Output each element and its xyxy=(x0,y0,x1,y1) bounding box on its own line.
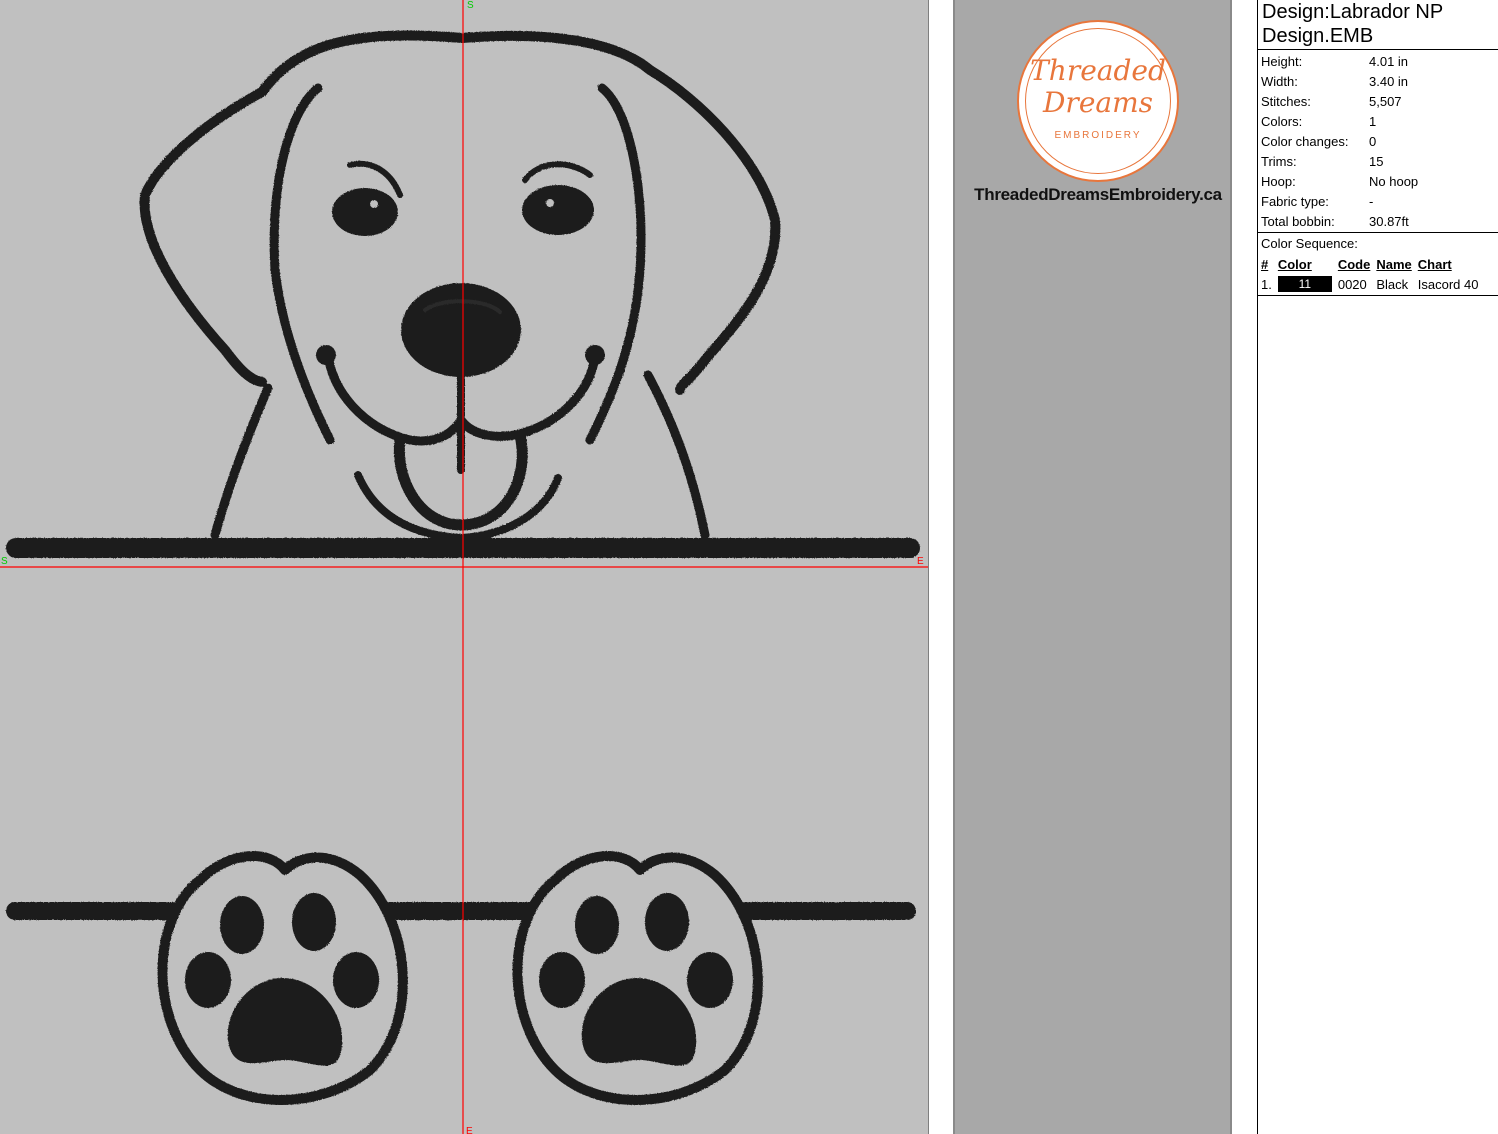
logo-script-line1: Threaded xyxy=(1030,54,1166,87)
property-row: Hoop: No hoop xyxy=(1258,171,1418,191)
property-key: Trims: xyxy=(1261,153,1297,169)
property-value: 3.40 in xyxy=(1369,73,1409,89)
property-key: Total bobbin: xyxy=(1261,213,1335,229)
property-key: Height: xyxy=(1261,53,1303,69)
brand-logo: Threaded Dreams EMBROIDERY xyxy=(1017,20,1179,182)
property-key: Hoop: xyxy=(1261,173,1296,189)
property-value: 30.87ft xyxy=(1369,213,1409,229)
panel-gap xyxy=(931,0,953,1134)
logo-panel: Threaded Dreams EMBROIDERY ThreadedDream… xyxy=(953,0,1232,1134)
property-row: Colors: 1 xyxy=(1258,111,1418,131)
sequence-header: Color xyxy=(1277,256,1312,272)
property-row: Total bobbin: 30.87ft xyxy=(1258,211,1418,231)
property-value: 4.01 in xyxy=(1369,53,1409,69)
property-row: Width: 3.40 in xyxy=(1258,71,1418,91)
sequence-color: 11 xyxy=(1275,274,1335,294)
sequence-num: 1. xyxy=(1261,276,1272,292)
right-ear-inner xyxy=(585,83,646,445)
left-ear-inner xyxy=(269,83,335,445)
left-paw xyxy=(157,851,408,1105)
embroidery-preview: S S E E xyxy=(0,0,928,1134)
design-properties-table: Height: 4.01 in Width: 3.40 in Stitches: 5,50… xyxy=(1258,51,1418,231)
color-sequence-label: Color Sequence: xyxy=(1261,236,1358,251)
design-title-line2: Design.EMB xyxy=(1262,25,1374,47)
property-row: Height: 4.01 in xyxy=(1258,51,1418,71)
logo-url: ThreadedDreamsEmbroidery.ca xyxy=(974,185,1222,204)
property-row: Fabric type: - xyxy=(1258,191,1418,211)
sequence-header: Code xyxy=(1337,256,1371,272)
bottom-bar xyxy=(6,902,916,920)
nose xyxy=(401,283,521,377)
end-marker-bottom: E xyxy=(466,1126,473,1134)
sequence-row: 1. 11 0020 Black Isacord 40 xyxy=(1258,274,1481,294)
property-key: Fabric type: xyxy=(1261,193,1329,209)
left-eye xyxy=(332,188,398,236)
property-row: Trims: 15 xyxy=(1258,151,1418,171)
start-marker-left: S xyxy=(1,556,8,567)
right-neck xyxy=(643,370,710,540)
sequence-name: Black xyxy=(1376,276,1409,292)
logo-subtitle: EMBROIDERY xyxy=(1054,130,1142,141)
logo-script-line2: Dreams xyxy=(1042,86,1154,119)
color-swatch: 11 xyxy=(1277,276,1332,292)
sequence-header: # xyxy=(1261,256,1269,272)
right-brow xyxy=(522,161,593,183)
sequence-header: Name xyxy=(1376,256,1412,272)
property-value: 1 xyxy=(1369,113,1377,129)
property-value: 0 xyxy=(1369,133,1377,149)
property-key: Color changes: xyxy=(1261,133,1349,149)
design-info-panel: Design:Labrador NP Design.EMB Height: 4.0… xyxy=(1257,0,1498,1134)
property-row: Color changes: 0 xyxy=(1258,131,1418,151)
property-value: 15 xyxy=(1369,153,1384,169)
property-row: Stitches: 5,507 xyxy=(1258,91,1418,111)
property-key: Colors: xyxy=(1261,113,1303,129)
end-marker-right: E xyxy=(917,556,924,567)
left-neck xyxy=(210,383,273,540)
sequence-chart: Isacord 40 xyxy=(1417,276,1479,292)
property-key: Stitches: xyxy=(1261,93,1311,109)
color-sequence-table: # Color Code Name Chart 1. 11 0020 Black Isacord… xyxy=(1258,254,1481,294)
sequence-header: Chart xyxy=(1417,256,1452,272)
property-key: Width: xyxy=(1261,73,1298,89)
design-canvas[interactable]: S S E E xyxy=(0,0,928,1134)
sequence-code: 0020 xyxy=(1337,276,1367,292)
property-value: No hoop xyxy=(1369,173,1419,189)
start-marker-top: S xyxy=(467,0,474,11)
left-ear xyxy=(139,87,267,387)
property-value: - xyxy=(1369,193,1374,209)
design-title-line1: Design:Labrador NP xyxy=(1262,1,1444,23)
right-eye xyxy=(522,185,594,235)
right-paw xyxy=(512,851,763,1105)
property-value: 5,507 xyxy=(1369,93,1402,109)
